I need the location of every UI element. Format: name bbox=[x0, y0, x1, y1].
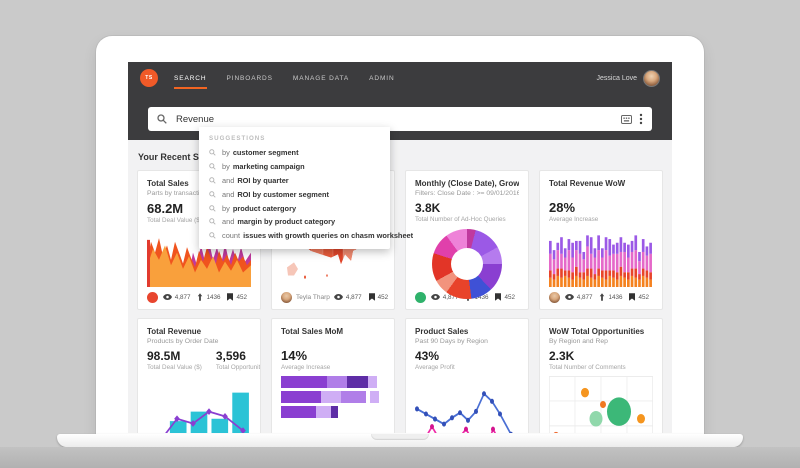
card-total-sales-mom[interactable]: Total Sales MoM 14% Average Increase bbox=[271, 318, 395, 433]
views-count: 4,877 bbox=[175, 294, 191, 301]
metric-label: Average Profit bbox=[415, 364, 519, 371]
suggestion-item[interactable]: bycustomer segment bbox=[199, 146, 390, 160]
laptop-base bbox=[57, 434, 743, 447]
views-icon bbox=[163, 294, 172, 300]
card-subtitle: By Region and Rep bbox=[549, 338, 653, 345]
metric-value: 98.5M bbox=[147, 349, 202, 363]
metric-label: Total Number of Ad-Hoc Queries bbox=[415, 216, 519, 223]
search-icon bbox=[209, 218, 216, 225]
search-icon bbox=[209, 232, 216, 239]
bookmark-icon[interactable] bbox=[629, 293, 635, 301]
metric-value: 3,596 bbox=[216, 349, 261, 363]
owner-avatar bbox=[281, 292, 292, 303]
card-total-revenue[interactable]: Total Revenue Products by Order Date 98.… bbox=[137, 318, 261, 433]
suggestion-item[interactable]: byproduct catergory bbox=[199, 201, 390, 215]
metric-label: Total Number of Comments bbox=[549, 364, 653, 371]
card-total-revenue-wow[interactable]: Total Revenue WoW 28% Average Increase 4… bbox=[539, 170, 663, 310]
views-count: 4,877 bbox=[346, 294, 362, 301]
card-title: Monthly (Close Date), Growth bbox=[415, 179, 519, 188]
views-icon bbox=[565, 294, 574, 300]
search-icon bbox=[209, 149, 216, 156]
metric-value: 14% bbox=[281, 348, 385, 363]
keyboard-icon[interactable] bbox=[621, 115, 632, 124]
tab-admin[interactable]: ADMIN bbox=[369, 62, 394, 94]
search-icon bbox=[209, 191, 216, 198]
suggestion-item[interactable]: andmargin by product category bbox=[199, 215, 390, 229]
stacked-bar-chart bbox=[549, 228, 653, 287]
suggestion-item[interactable]: bymarketing campaign bbox=[199, 160, 390, 174]
more-options-icon[interactable] bbox=[639, 113, 643, 125]
search-icon bbox=[209, 163, 216, 170]
share-icon bbox=[197, 293, 203, 301]
card-product-sales[interactable]: Product Sales Past 90 Days by Region 43%… bbox=[405, 318, 529, 433]
desk-surface bbox=[0, 447, 800, 468]
tab-manage-data[interactable]: MANAGE DATA bbox=[293, 62, 349, 94]
owner-avatar bbox=[147, 292, 158, 303]
search-section bbox=[128, 94, 672, 131]
card-title: Product Sales bbox=[415, 327, 519, 336]
bookmark-count: 452 bbox=[504, 294, 515, 301]
horizontal-bar-chart bbox=[281, 376, 385, 433]
search-icon bbox=[209, 205, 216, 212]
card-subtitle: Products by Order Date bbox=[147, 338, 251, 345]
views-count: 4,877 bbox=[577, 294, 593, 301]
bookmark-icon[interactable] bbox=[369, 293, 375, 301]
share-icon bbox=[599, 293, 605, 301]
search-input[interactable] bbox=[174, 113, 614, 126]
bubble-chart bbox=[549, 376, 653, 433]
card-footer: 4,877 1436 452 bbox=[147, 290, 251, 304]
bar-line-chart bbox=[147, 376, 251, 433]
bookmark-count: 452 bbox=[236, 294, 247, 301]
app-logo[interactable]: TS bbox=[140, 69, 158, 87]
card-subtitle: Past 90 Days by Region bbox=[415, 338, 519, 345]
owner-avatar bbox=[415, 292, 426, 303]
tab-pinboards[interactable]: PINBOARDS bbox=[227, 62, 273, 94]
owner-avatar bbox=[549, 292, 560, 303]
metric-label: Average Increase bbox=[281, 364, 385, 371]
search-suggestions-dropdown: SUGGESTIONS bycustomer segment bymarketi… bbox=[199, 127, 390, 249]
bookmark-icon[interactable] bbox=[495, 293, 501, 301]
card-title: Total Sales MoM bbox=[281, 327, 385, 336]
user-menu[interactable]: Jessica Love bbox=[597, 70, 660, 87]
metric-label: Total Deal Value ($) bbox=[147, 364, 202, 371]
share-count: 1436 bbox=[608, 294, 622, 301]
card-title: Total Revenue WoW bbox=[549, 179, 653, 188]
bookmark-count: 452 bbox=[638, 294, 649, 301]
suggestion-item[interactable]: andROI by quarter bbox=[199, 174, 390, 188]
user-name: Jessica Love bbox=[597, 75, 637, 82]
share-count: 1436 bbox=[206, 294, 220, 301]
card-title: WoW Total Opportunities bbox=[549, 327, 653, 336]
card-wow-total-opportunities[interactable]: WoW Total Opportunities By Region and Re… bbox=[539, 318, 663, 433]
suggestions-header: SUGGESTIONS bbox=[199, 133, 390, 146]
suggestion-item[interactable]: andROI by customer segment bbox=[199, 187, 390, 201]
desktop-background: TS SEARCH PINBOARDS MANAGE DATA ADMIN Je… bbox=[0, 0, 800, 468]
views-icon bbox=[334, 294, 343, 300]
nav-bar: TS SEARCH PINBOARDS MANAGE DATA ADMIN Je… bbox=[128, 62, 672, 94]
laptop-screen: TS SEARCH PINBOARDS MANAGE DATA ADMIN Je… bbox=[96, 36, 704, 434]
owner-name: Teyla Tharp bbox=[296, 294, 330, 301]
metric-value: 3.8K bbox=[415, 201, 519, 215]
card-subtitle: Filters: Close Date : >= 09/01/2016 ... bbox=[415, 190, 519, 197]
line-chart bbox=[415, 376, 519, 433]
metric-value: 43% bbox=[415, 349, 519, 363]
views-icon bbox=[431, 294, 440, 300]
metric-value: 28% bbox=[549, 200, 653, 215]
bookmark-icon[interactable] bbox=[227, 293, 233, 301]
metric-label: Average Increase bbox=[549, 216, 653, 223]
card-title: Total Revenue bbox=[147, 327, 251, 336]
user-avatar bbox=[643, 70, 660, 87]
app-window: TS SEARCH PINBOARDS MANAGE DATA ADMIN Je… bbox=[128, 62, 672, 433]
suggestion-item[interactable]: countissues with growth queries on chasm… bbox=[199, 229, 390, 243]
metric-label: Total Opportunities bbox=[216, 364, 261, 371]
metric-value: 2.3K bbox=[549, 349, 653, 363]
tab-search[interactable]: SEARCH bbox=[174, 62, 207, 94]
bookmark-count: 452 bbox=[378, 294, 389, 301]
card-footer: Teyla Tharp 4,877 452 bbox=[281, 290, 385, 304]
card-footer: 4,877 1436 452 bbox=[549, 290, 653, 304]
search-icon bbox=[209, 177, 216, 184]
laptop-notch bbox=[371, 434, 429, 440]
donut-chart bbox=[415, 228, 519, 287]
search-icon bbox=[157, 114, 167, 124]
card-monthly-growth[interactable]: Monthly (Close Date), Growth Filters: Cl… bbox=[405, 170, 529, 310]
